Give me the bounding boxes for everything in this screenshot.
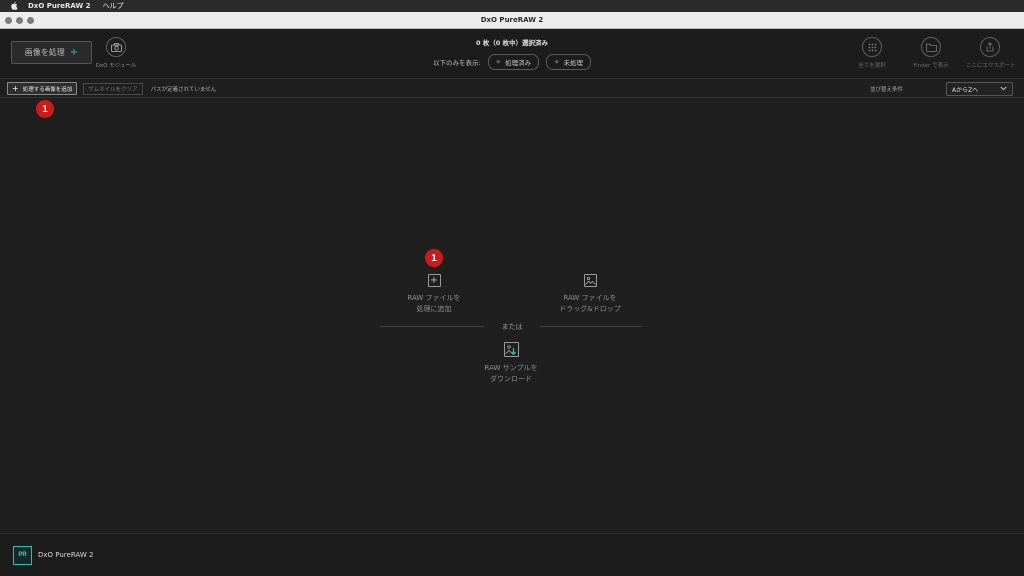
grid-icon (862, 37, 882, 57)
plus-icon: + (69, 46, 79, 58)
zoom-window-button[interactable] (27, 17, 34, 24)
sparkle-icon: ✧ (495, 58, 502, 66)
main-toolbar: 画像を処理 + DxO モジュール 0 枚（0 枚中）選択済み 以下のみを表示:… (0, 29, 1024, 79)
download-sample-option[interactable]: RAW サンプルを ダウンロード (461, 342, 561, 385)
clear-thumbnails-button[interactable]: サムネイルをクリア (83, 82, 143, 95)
close-window-button[interactable] (5, 17, 12, 24)
add-images-button[interactable]: + 処理する画像を追加 (7, 82, 78, 95)
window-title: DxO PureRAW 2 (480, 16, 544, 24)
add-raw-files-option[interactable]: + RAW ファイルを 処理に追加 (384, 274, 484, 315)
drag-line2: ドラッグ&ドロップ (559, 305, 621, 313)
clear-thumbnails-label: サムネイルをクリア (88, 86, 138, 93)
download-image-icon (503, 342, 519, 357)
filter-row: 以下のみを表示: ✧ 処理済み ✧ 未処理 (362, 54, 662, 70)
add-square-icon: + (427, 274, 441, 287)
brand-name: DxO PureRAW 2 (38, 551, 94, 559)
footer-bar: PR DxO PureRAW 2 (0, 533, 1024, 576)
minimize-window-button[interactable] (16, 17, 23, 24)
or-separator: または (501, 323, 523, 331)
apple-icon[interactable] (10, 2, 18, 10)
drag-line1: RAW ファイルを (563, 294, 617, 302)
sort-label: 並び替え条件 (870, 87, 904, 93)
window-titlebar: DxO PureRAW 2 (0, 12, 1024, 29)
drag-drop-option: RAW ファイルを ドラッグ&ドロップ (540, 274, 640, 315)
selection-status: 0 枚（0 枚中）選択済み (475, 39, 549, 47)
select-all-button[interactable]: 全てを選択 (848, 37, 896, 69)
sort-dropdown[interactable]: AからZへ (946, 82, 1013, 96)
divider-right (540, 326, 642, 327)
filter-unprocessed-button[interactable]: ✧ 未処理 (546, 54, 592, 70)
plus-icon: + (12, 83, 19, 93)
image-icon (583, 274, 597, 287)
export-here-label: ここにエクスポート (966, 63, 1016, 69)
dxo-module-button[interactable]: DxO モジュール (95, 37, 137, 69)
selection-info: 0 枚（0 枚中）選択済み 以下のみを表示: ✧ 処理済み ✧ 未処理 (362, 37, 662, 70)
select-all-label: 全てを選択 (858, 63, 886, 69)
dxo-module-label: DxO モジュール (95, 63, 137, 69)
filter-processed-button[interactable]: ✧ 処理済み (487, 54, 540, 70)
sort-value: AからZへ (952, 86, 979, 94)
menu-app-name[interactable]: DxO PureRAW 2 (28, 2, 91, 10)
menu-bar: DxO PureRAW 2 ヘルプ (0, 0, 1024, 12)
filter-unprocessed-label: 未処理 (563, 59, 584, 67)
logo-text: PR (18, 552, 27, 558)
step-badge-top: 1 (36, 100, 54, 118)
process-images-label: 画像を処理 (24, 48, 65, 57)
folder-icon (921, 37, 941, 57)
step-badge-center: 1 (425, 249, 443, 267)
add-raw-line1: RAW ファイルを (407, 294, 461, 302)
pureraw-logo-icon: PR (13, 545, 32, 565)
filter-processed-label: 処理済み (505, 59, 532, 67)
export-here-button[interactable]: ここにエクスポート (966, 37, 1016, 69)
right-tools: 全てを選択 Finder で表示 ここにエクスポート (848, 37, 1016, 69)
window-controls (5, 17, 34, 24)
show-in-finder-button[interactable]: Finder で表示 (907, 37, 955, 69)
process-images-button[interactable]: 画像を処理 + (11, 41, 92, 64)
sample-line1: RAW サンプルを (484, 364, 538, 372)
add-images-label: 処理する画像を追加 (22, 86, 73, 93)
sparkle-icon: ✧ (554, 58, 560, 66)
divider-left (380, 326, 484, 327)
export-icon (980, 37, 1000, 57)
path-status: パスが定義されていません (150, 86, 217, 93)
menu-help[interactable]: ヘルプ (103, 1, 124, 11)
filter-label: 以下のみを表示: (432, 59, 481, 67)
sample-line2: ダウンロード (490, 375, 532, 383)
show-in-finder-label: Finder で表示 (913, 63, 949, 69)
chevron-down-icon (1000, 86, 1007, 93)
secondary-toolbar: + 処理する画像を追加 サムネイルをクリア パスが定義されていません 並び替え条… (0, 80, 1024, 98)
add-raw-line2: 処理に追加 (416, 305, 452, 313)
camera-icon (106, 37, 126, 57)
